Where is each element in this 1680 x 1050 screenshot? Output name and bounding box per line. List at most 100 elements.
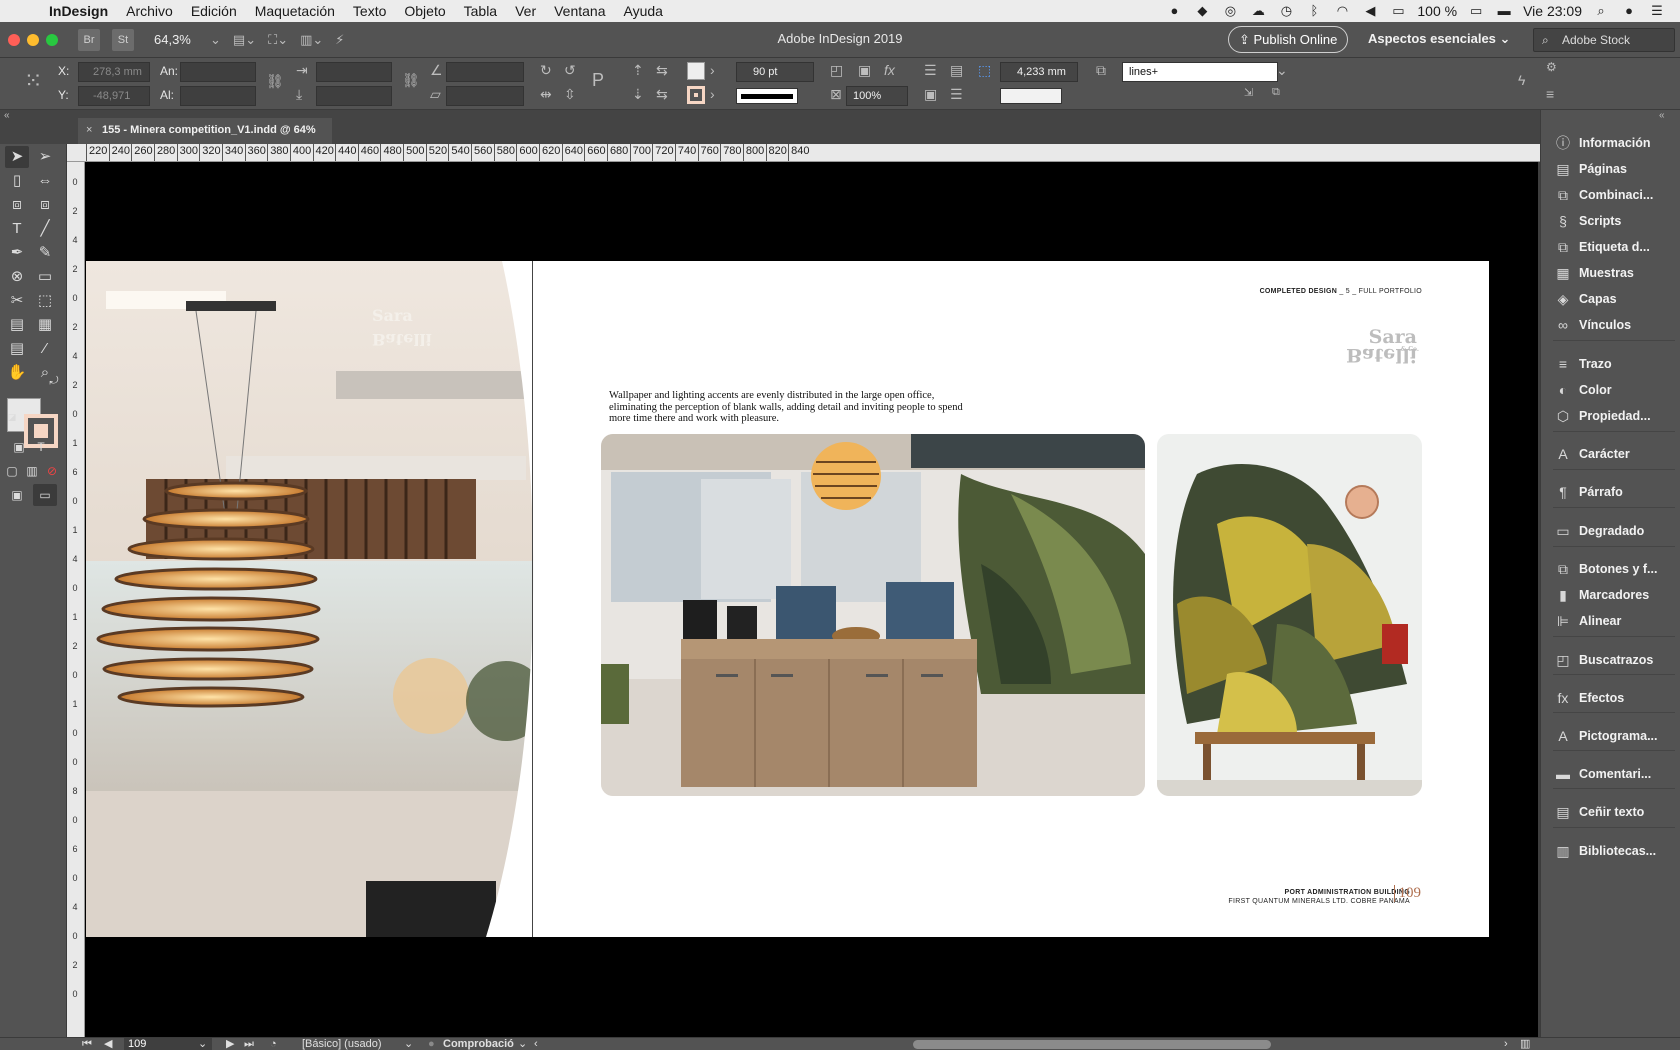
volume-icon[interactable]: ◀: [1361, 4, 1379, 18]
default-colors-icon[interactable]: ◪: [0, 406, 24, 428]
dropbox-icon[interactable]: ◆: [1193, 4, 1211, 18]
adobe-stock-search[interactable]: ⌕ Adobe Stock: [1533, 28, 1675, 52]
gear-icon[interactable]: ⚙: [1546, 60, 1557, 74]
panel-tag[interactable]: ⧉ Etiqueta d...: [1553, 236, 1650, 258]
content-collector-tool[interactable]: ⧈: [5, 194, 29, 216]
menu-ayuda[interactable]: Ayuda: [615, 3, 672, 19]
stroke-type-selector[interactable]: [736, 88, 798, 104]
shear-field[interactable]: [446, 86, 524, 106]
preflight-label[interactable]: Comprobació: [443, 1038, 514, 1050]
page-spread[interactable]: Sara Batelli COMPLETED DESIGN _ 5 _ FULL…: [86, 261, 1489, 937]
hand-tool[interactable]: ✋: [5, 362, 29, 384]
panel-scripts[interactable]: § Scripts: [1553, 210, 1621, 232]
panel-combine[interactable]: ⧉ Combinaci...: [1553, 184, 1653, 206]
menu-ventana[interactable]: Ventana: [545, 3, 614, 19]
note-tool[interactable]: ▤: [5, 338, 29, 360]
menu-maquetacion[interactable]: Maquetación: [246, 3, 344, 19]
zoom-level[interactable]: 64,3%: [154, 32, 204, 47]
workspace-selector[interactable]: Aspectos esenciales ⌄: [1368, 31, 1510, 47]
text-wrap-bbox-icon[interactable]: ▤: [950, 62, 963, 79]
panel-layers[interactable]: ◈ Capas: [1553, 288, 1617, 310]
panel-color[interactable]: ◐ Color: [1553, 379, 1612, 401]
menu-edicion[interactable]: Edición: [182, 3, 246, 19]
siri-icon[interactable]: ●: [1620, 4, 1638, 18]
screen-mode-icon[interactable]: ⛶⌄: [268, 32, 288, 48]
scissors-tool[interactable]: ✂: [5, 290, 29, 312]
chevron-down-icon[interactable]: ⌄: [210, 32, 221, 48]
stock-button[interactable]: St: [112, 28, 134, 51]
formatting-text-icon[interactable]: T: [29, 436, 53, 458]
edit-style-icon[interactable]: ⧉: [1272, 86, 1280, 99]
panel-textwrap[interactable]: ▤ Ceñir texto: [1553, 801, 1644, 823]
pen-tool[interactable]: ✒: [5, 242, 29, 264]
panel-buttons[interactable]: ⧉ Botones y f...: [1553, 558, 1657, 580]
split-view-icon[interactable]: ▥: [1520, 1038, 1530, 1050]
rectangle-tool[interactable]: ▭: [33, 266, 57, 288]
select-container-icon[interactable]: ⇡: [632, 62, 644, 79]
rotate-ccw-icon[interactable]: ↺: [564, 62, 576, 79]
object-style-field[interactable]: lines+: [1122, 62, 1278, 82]
wifi-icon[interactable]: ◠: [1333, 4, 1351, 18]
first-page-icon[interactable]: ⏮: [82, 1038, 92, 1050]
panel-effects[interactable]: fx Efectos: [1553, 687, 1625, 709]
notification-center-icon[interactable]: ☰: [1648, 4, 1666, 18]
tropical-wallpaper-photo[interactable]: [1157, 434, 1422, 796]
rotation-field[interactable]: [446, 62, 524, 82]
collapse-toolbar-icon[interactable]: «: [4, 110, 10, 121]
bluetooth-icon[interactable]: ᛒ: [1305, 4, 1323, 18]
direct-selection-tool[interactable]: ➢: [33, 146, 57, 168]
spotlight-icon[interactable]: ⌕: [1592, 4, 1610, 18]
line-tool[interactable]: ╱: [33, 218, 57, 240]
page-tool[interactable]: ▯: [5, 170, 29, 192]
arrange-documents-icon[interactable]: ▥⌄: [300, 32, 323, 48]
gradient-swatch-tool[interactable]: ▤: [5, 314, 29, 336]
flip-vertical-icon[interactable]: ⇳: [564, 86, 576, 103]
menu-tabla[interactable]: Tabla: [455, 3, 506, 19]
master-page-label[interactable]: [Básico] (usado): [302, 1038, 381, 1050]
pencil-tool[interactable]: ✎: [33, 242, 57, 264]
panel-properties[interactable]: ⬡ Propiedad...: [1553, 405, 1651, 427]
scroll-right-icon[interactable]: ›: [1504, 1038, 1508, 1050]
battery-icon[interactable]: ▭: [1467, 4, 1485, 18]
view-options-icon[interactable]: ▤⌄: [233, 32, 256, 48]
content-placer-tool[interactable]: ⧈: [33, 194, 57, 216]
align-center-icon[interactable]: ☰: [950, 86, 963, 103]
chevron-down-icon[interactable]: ⌄: [198, 1038, 207, 1050]
type-tool[interactable]: T: [5, 218, 29, 240]
text-wrap-none-icon[interactable]: ☰: [924, 62, 937, 79]
y-position-field[interactable]: -48,971 mm: [78, 86, 150, 120]
select-next-icon[interactable]: ⇆: [656, 86, 668, 103]
bridge-button[interactable]: Br: [78, 28, 100, 51]
menubar-clock[interactable]: Vie 23:09: [1523, 3, 1582, 19]
auto-fit-icon[interactable]: ⬚: [978, 62, 991, 79]
document-canvas[interactable]: Sara Batelli COMPLETED DESIGN _ 5 _ FULL…: [85, 162, 1540, 1037]
left-page-photo[interactable]: Sara Batelli: [86, 261, 556, 937]
select-previous-icon[interactable]: ⇆: [656, 62, 668, 79]
apply-none-icon[interactable]: ⊘: [40, 460, 64, 482]
rotate-cw-icon[interactable]: ↻: [540, 62, 552, 79]
fill-swatch-control[interactable]: [687, 62, 705, 80]
panel-gradient[interactable]: ▭ Degradado: [1553, 520, 1644, 542]
free-transform-tool[interactable]: ⬚: [33, 290, 57, 312]
ellipse-frame-tool[interactable]: ⊗: [5, 266, 29, 288]
menu-objeto[interactable]: Objeto: [395, 3, 454, 19]
creative-cloud-icon[interactable]: ◎: [1221, 4, 1239, 18]
height-field[interactable]: [180, 86, 256, 106]
opacity-field[interactable]: 100%: [846, 86, 908, 106]
chevron-down-icon[interactable]: ⌄: [404, 1038, 413, 1050]
constrain-proportions-icon[interactable]: ⛓: [266, 73, 284, 90]
icloud-icon[interactable]: ☁: [1249, 4, 1267, 18]
zoom-window-button[interactable]: [46, 33, 58, 46]
panel-menu-icon[interactable]: ≡: [1546, 86, 1554, 102]
scale-y-field[interactable]: [316, 86, 392, 106]
select-content-icon[interactable]: ⇣: [632, 86, 644, 103]
stroke-menu-icon[interactable]: ›: [710, 86, 715, 102]
expand-panels-icon[interactable]: «: [1659, 110, 1665, 121]
panel-glyphs[interactable]: A Pictograma...: [1553, 725, 1657, 747]
panel-character[interactable]: A Carácter: [1553, 443, 1629, 465]
panel-pages[interactable]: ▤ Páginas: [1553, 158, 1627, 180]
selection-tool[interactable]: ➤: [5, 146, 29, 168]
preview-mode-icon[interactable]: ▭: [33, 484, 57, 506]
stroke-weight-field[interactable]: 90 pt: [736, 62, 814, 82]
panel-comments[interactable]: ▬ Comentari...: [1553, 763, 1651, 785]
